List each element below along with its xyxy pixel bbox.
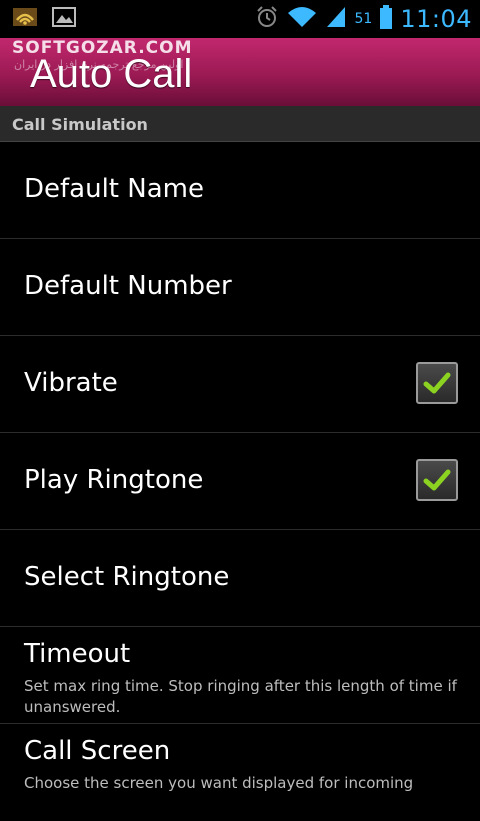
setting-title: Vibrate — [24, 368, 118, 398]
section-header: Call Simulation — [0, 106, 480, 142]
vibrate-checkbox[interactable] — [416, 362, 458, 404]
cell-signal-icon — [325, 5, 347, 33]
setting-default-number[interactable]: Default Number — [0, 239, 480, 336]
settings-list: Default Name Default Number Vibrate Play… — [0, 142, 480, 821]
battery-level: 51 — [354, 11, 373, 27]
checkmark-icon — [423, 372, 451, 394]
wifi-signal-icon — [287, 5, 317, 33]
setting-title: Play Ringtone — [24, 465, 204, 495]
section-header-label: Call Simulation — [12, 115, 148, 134]
setting-timeout[interactable]: Timeout Set max ring time. Stop ringing … — [0, 627, 480, 724]
setting-default-name[interactable]: Default Name — [0, 142, 480, 239]
alarm-icon — [255, 5, 279, 33]
setting-call-screen[interactable]: Call Screen Choose the screen you want d… — [0, 724, 480, 821]
clock: 11:04 — [400, 5, 472, 33]
setting-title: Timeout — [24, 639, 131, 669]
page-title: Auto Call — [30, 52, 193, 96]
wifi-notification-icon — [12, 6, 38, 32]
image-icon — [52, 6, 76, 32]
setting-title: Default Name — [24, 174, 204, 204]
setting-play-ringtone[interactable]: Play Ringtone — [0, 433, 480, 530]
status-bar: 51 11:04 — [0, 0, 480, 38]
play-ringtone-checkbox[interactable] — [416, 459, 458, 501]
setting-title: Select Ringtone — [24, 562, 230, 592]
title-bar: SOFTGOZAR.COM اولین مرجع ترجمه نرم افزار… — [0, 38, 480, 106]
setting-title: Default Number — [24, 271, 232, 301]
checkmark-icon — [423, 469, 451, 491]
setting-select-ringtone[interactable]: Select Ringtone — [0, 530, 480, 627]
setting-summary: Set max ring time. Stop ringing after th… — [24, 677, 457, 716]
setting-title: Call Screen — [24, 736, 171, 766]
battery-icon — [380, 5, 393, 33]
setting-vibrate[interactable]: Vibrate — [0, 336, 480, 433]
setting-summary: Choose the screen you want displayed for… — [24, 774, 414, 792]
